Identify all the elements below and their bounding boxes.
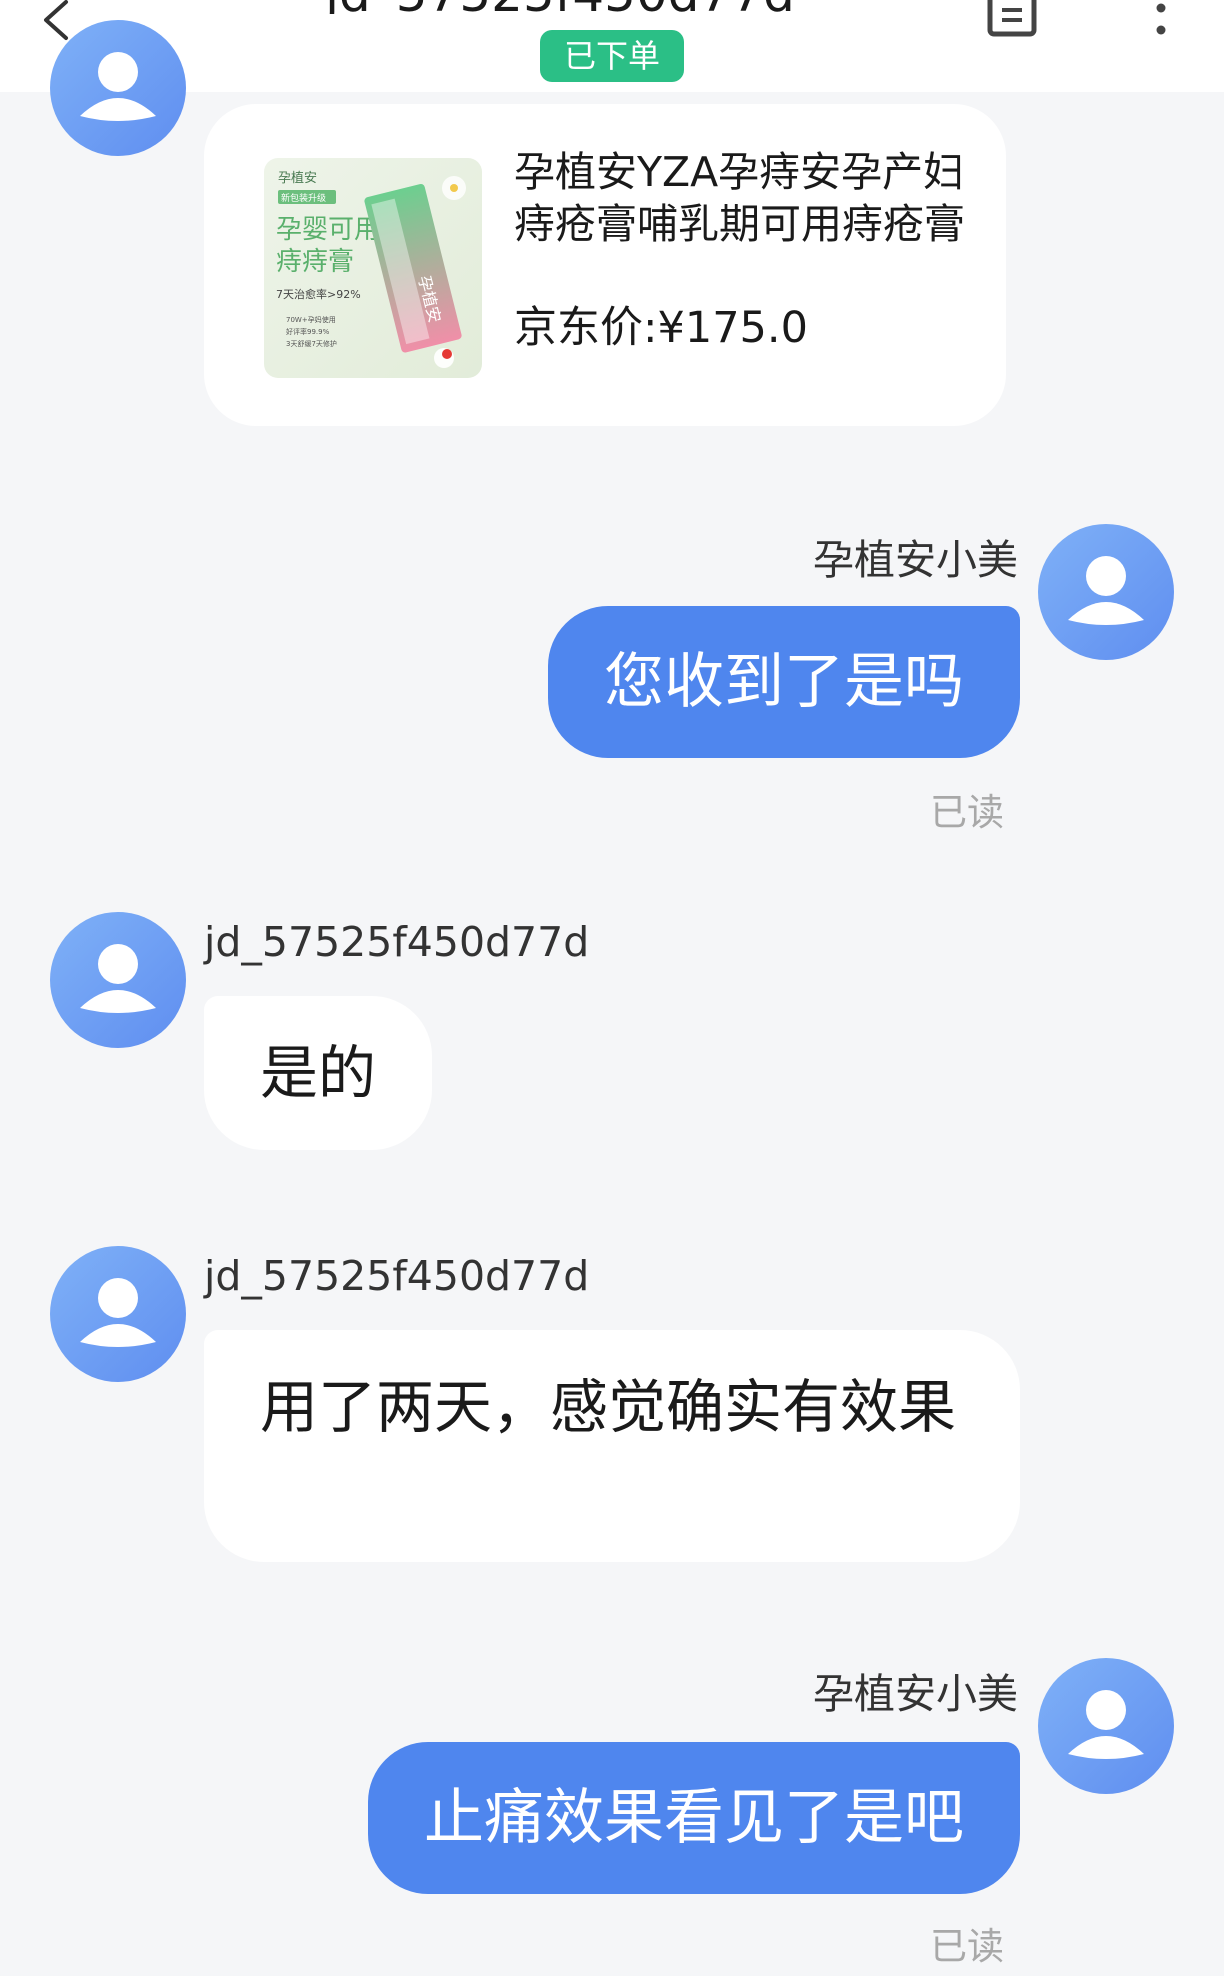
image-bullet-3: 3天舒缓7天修护 — [286, 339, 337, 348]
more-vertical-icon[interactable] — [1148, 0, 1174, 44]
agent-name: 孕植安小美 — [813, 1670, 1018, 1718]
product-image: 孕植安 新包装升级 孕婴可用 痔痔膏 7天治愈率>92% 70W+孕妈使用 好评… — [264, 158, 482, 378]
customer-avatar[interactable] — [50, 1246, 186, 1382]
read-status: 已读 — [930, 791, 1004, 834]
agent-avatar[interactable] — [1038, 524, 1174, 660]
document-icon[interactable] — [986, 0, 1040, 38]
image-tag: 新包装升级 — [281, 192, 326, 204]
product-price: 京东价:¥175.0 — [514, 303, 808, 353]
chat-title: jd_57525f450d77d — [300, 0, 820, 14]
customer-avatar[interactable] — [50, 20, 186, 156]
image-headline-1: 孕婴可用 — [276, 215, 380, 245]
user-avatar-icon — [80, 52, 156, 121]
outgoing-message[interactable]: 止痛效果看见了是吧 — [368, 1742, 1020, 1894]
agent-name: 孕植安小美 — [813, 536, 1018, 584]
image-stat: 7天治愈率>92% — [276, 287, 361, 301]
agent-avatar[interactable] — [1038, 1658, 1174, 1794]
customer-name: jd_57525f450d77d — [204, 1252, 590, 1300]
user-avatar-icon — [1068, 556, 1144, 625]
image-bullet-1: 70W+孕妈使用 — [286, 315, 336, 324]
read-status: 已读 — [930, 1925, 1004, 1968]
product-title[interactable]: 孕植安YZA孕痔安孕产妇痔疮膏哺乳期可用痔疮膏 — [514, 146, 970, 250]
customer-avatar[interactable] — [50, 912, 186, 1048]
order-status-badge: 已下单 — [540, 30, 684, 82]
incoming-message[interactable]: 用了两天，感觉确实有效果 — [204, 1330, 1020, 1562]
image-bullet-2: 好评率99.9% — [286, 327, 330, 336]
outgoing-message[interactable]: 您收到了是吗 — [548, 606, 1020, 758]
image-headline-2: 痔痔膏 — [276, 247, 354, 277]
incoming-message[interactable]: 是的 — [204, 996, 433, 1150]
product-card[interactable]: 孕植安 新包装升级 孕婴可用 痔痔膏 7天治愈率>92% 70W+孕妈使用 好评… — [204, 104, 1006, 426]
user-avatar-icon — [1068, 1690, 1144, 1759]
image-brand: 孕植安 — [278, 171, 317, 186]
user-avatar-icon — [80, 1278, 156, 1347]
customer-name: jd_57525f450d77d — [204, 918, 590, 966]
user-avatar-icon — [80, 944, 156, 1013]
